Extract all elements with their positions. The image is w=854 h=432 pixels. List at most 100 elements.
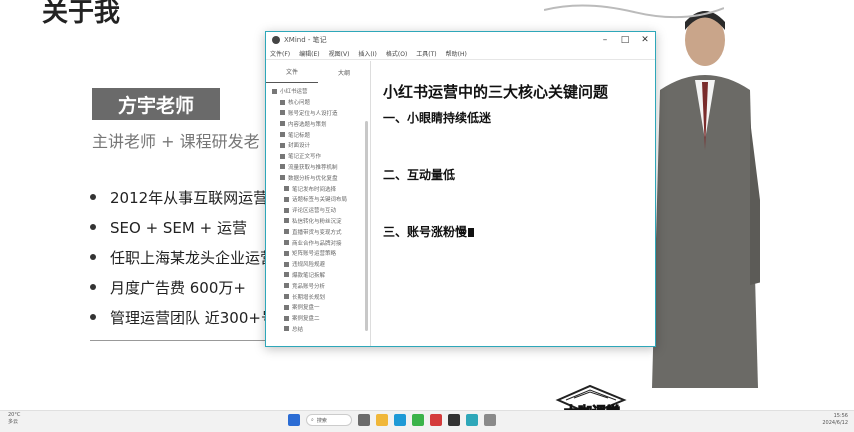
- menu-edit[interactable]: 编辑(E): [299, 49, 319, 58]
- outline-tree-label: 笔记发布时间选择: [292, 186, 337, 193]
- weather-temp: 20°C: [8, 412, 21, 418]
- mindmap-taskbar-icon[interactable]: [466, 414, 478, 426]
- edge-icon[interactable]: [394, 414, 406, 426]
- menu-view[interactable]: 视图(V): [329, 49, 350, 58]
- outline-tree-label: 总结: [292, 326, 304, 333]
- note-icon: [280, 110, 285, 116]
- document-content[interactable]: 小红书运营中的三大核心关键问题 一、小眼睛持续低迷 二、互动量低 三、账号涨粉慢: [371, 61, 655, 346]
- outline-tree-item[interactable]: 违规风险规避: [272, 259, 364, 270]
- app-icon-gray[interactable]: [484, 414, 496, 426]
- weather-widget[interactable]: 20°C 多云: [8, 412, 20, 426]
- outline-tree-label: 笔记标题: [288, 132, 311, 139]
- outline-tree-item[interactable]: 笔记发布时间选择: [272, 183, 364, 194]
- note-icon: [280, 121, 285, 127]
- slide-divider: [90, 340, 270, 341]
- outline-tree-label: 数据分析与优化复盘: [288, 175, 338, 182]
- maximize-icon[interactable]: □: [615, 32, 635, 48]
- note-icon: [284, 207, 289, 213]
- note-icon: [280, 142, 285, 148]
- outline-tree-label: 流量获取与推荐机制: [288, 164, 338, 171]
- document-item: 二、互动量低: [383, 168, 456, 182]
- menu-bar: 文件(F) 编辑(E) 视图(V) 插入(I) 格式(O) 工具(T) 帮助(H…: [266, 48, 655, 60]
- window-title: XMind - 笔记: [284, 36, 327, 44]
- outline-tree-label: 封面设计: [288, 143, 311, 150]
- note-icon: [284, 240, 289, 246]
- note-icon: [284, 326, 289, 332]
- outline-tree-label: 商业合作与品牌对接: [292, 240, 342, 247]
- presenter-photo: [652, 11, 760, 388]
- note-icon: [284, 229, 289, 235]
- outline-tree-item[interactable]: 流量获取与推荐机制: [272, 162, 364, 173]
- taskbar-search[interactable]: ⌕ 搜索: [306, 414, 352, 426]
- menu-file[interactable]: 文件(F): [270, 49, 290, 58]
- note-icon: [280, 99, 285, 105]
- note-icon: [284, 283, 289, 289]
- bio-bullet-list: 2012年从事互联网运营 SEO + SEM + 运营 任职上海某龙头企业运营 …: [90, 182, 276, 332]
- outline-tree-item[interactable]: 评论区运营与互动: [272, 205, 364, 216]
- note-icon: [284, 261, 289, 267]
- close-icon[interactable]: ✕: [635, 32, 655, 48]
- start-icon[interactable]: [288, 414, 300, 426]
- outline-tree-label: 账号定位与人设打造: [288, 110, 338, 117]
- outline-tree-item[interactable]: 长期增长规划: [272, 291, 364, 302]
- bullet-dot-icon: [90, 194, 96, 200]
- wechat-icon[interactable]: [412, 414, 424, 426]
- taskbar-icons: ⌕ 搜索: [288, 414, 502, 426]
- menu-format[interactable]: 格式(O): [386, 49, 407, 58]
- file-explorer-icon[interactable]: [376, 414, 388, 426]
- outline-tree-item[interactable]: 话题标签与关键词布局: [272, 194, 364, 205]
- outline-tree-item[interactable]: 商业合作与品牌对接: [272, 237, 364, 248]
- minimize-icon[interactable]: –: [595, 32, 615, 48]
- menu-help[interactable]: 帮助(H): [446, 49, 467, 58]
- outline-tree-item[interactable]: 内容选题与策划: [272, 118, 364, 129]
- outline-tree-label: 爆款笔记拆解: [292, 272, 326, 279]
- bio-bullet: 任职上海某龙头企业运营: [90, 242, 276, 272]
- outline-tree: 小红书运营 核心问题账号定位与人设打造 内容选题与策划笔记标题封面设计笔记正文写作流…: [266, 83, 370, 334]
- menu-insert[interactable]: 插入(I): [358, 49, 376, 58]
- outline-tree-item[interactable]: 私信转化与粉丝沉淀: [272, 216, 364, 227]
- outline-tree-item[interactable]: 核心问题: [272, 97, 364, 108]
- document-item: 一、小眼睛持续低迷: [383, 111, 492, 125]
- outline-tree-label: 评论区运营与互动: [292, 208, 337, 215]
- outline-tree-item[interactable]: 笔记正文写作: [272, 151, 364, 162]
- app-icon-red[interactable]: [430, 414, 442, 426]
- background-frame: [544, 4, 724, 19]
- system-tray-clock[interactable]: 15:56 2024/6/12: [822, 413, 848, 427]
- sidebar-scrollbar[interactable]: [365, 121, 368, 331]
- outline-tree-item[interactable]: 竞品账号分析: [272, 280, 364, 291]
- outline-tree-label: 案例复盘二: [292, 316, 320, 323]
- outline-tree-item[interactable]: 封面设计: [272, 140, 364, 151]
- window-titlebar[interactable]: XMind - 笔记 – □ ✕: [266, 32, 655, 48]
- app-icon-dark[interactable]: [448, 414, 460, 426]
- note-icon: [284, 218, 289, 224]
- weather-desc: 多云: [8, 419, 19, 425]
- outline-tree-item[interactable]: 矩阵账号运营策略: [272, 248, 364, 259]
- menu-tools[interactable]: 工具(T): [416, 49, 436, 58]
- outline-tree-label: 直播带货与变现方式: [292, 229, 342, 236]
- note-icon: [284, 186, 289, 192]
- document-item: 三、账号涨粉慢: [383, 223, 475, 240]
- tab-file[interactable]: 文件: [266, 61, 318, 83]
- outline-tree-label: 笔记正文写作: [288, 154, 322, 161]
- outline-tree-item[interactable]: 案例复盘二: [272, 313, 364, 324]
- bio-bullet: 管理运营团队 近300+号: [90, 302, 276, 332]
- outline-tree-item[interactable]: 爆款笔记拆解: [272, 270, 364, 281]
- mindmap-app-window: XMind - 笔记 – □ ✕ 文件(F) 编辑(E) 视图(V) 插入(I)…: [265, 31, 656, 347]
- outline-tree-item[interactable]: 案例复盘一: [272, 302, 364, 313]
- note-icon: [284, 250, 289, 256]
- outline-tree-item[interactable]: 账号定位与人设打造: [272, 108, 364, 119]
- tab-outline[interactable]: 大纲: [318, 61, 370, 83]
- outline-tree-item[interactable]: 笔记标题: [272, 129, 364, 140]
- teacher-role: 主讲老师 + 课程研发老: [92, 132, 260, 151]
- note-icon: [284, 315, 289, 321]
- outline-tree-label: 矩阵账号运营策略: [292, 251, 337, 258]
- outline-tree-item[interactable]: 直播带货与变现方式: [272, 226, 364, 237]
- outline-tree-item[interactable]: 小红书运营: [272, 86, 364, 97]
- outline-tree-item[interactable]: 总结: [272, 324, 364, 335]
- task-view-icon[interactable]: [358, 414, 370, 426]
- outline-tree-label: 案例复盘一: [292, 305, 320, 312]
- note-icon: [284, 294, 289, 300]
- note-icon: [280, 175, 285, 181]
- bullet-dot-icon: [90, 254, 96, 260]
- outline-tree-item[interactable]: 数据分析与优化复盘: [272, 172, 364, 183]
